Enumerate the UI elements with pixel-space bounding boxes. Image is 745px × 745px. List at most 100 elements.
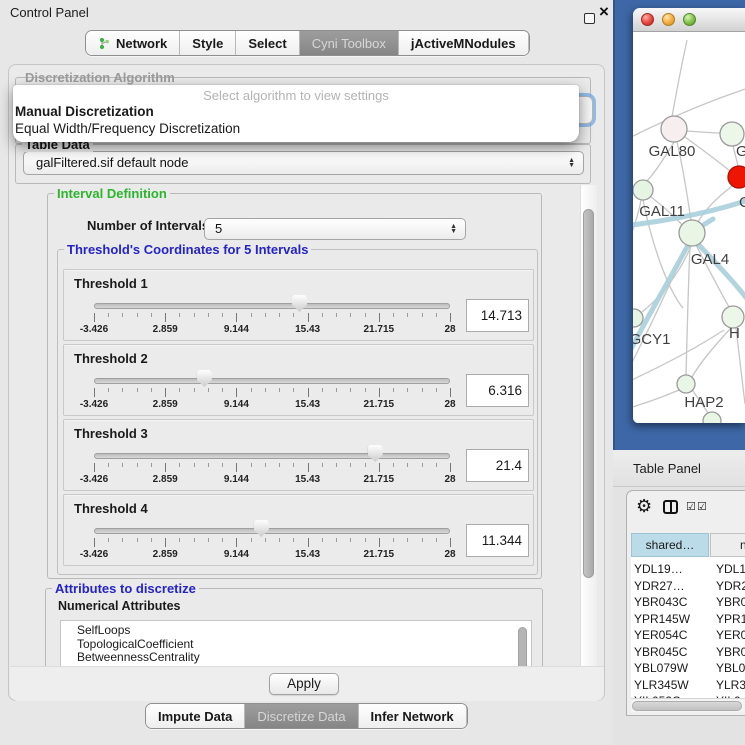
slider-tick xyxy=(94,313,95,322)
slider-tick xyxy=(122,463,123,467)
slider-tick-label: 21.715 xyxy=(364,324,395,335)
slider-tick xyxy=(422,388,423,392)
network-canvas[interactable]: GAL80GGAL11CGAL4GCY1HHAP2 xyxy=(633,31,745,423)
table-row[interactable]: YBL079W YBL0 xyxy=(631,660,745,677)
split-columns-icon[interactable] xyxy=(663,500,678,514)
table-row[interactable]: YBR043C YBR0 xyxy=(631,594,745,611)
slider-tick xyxy=(236,313,237,322)
attribute-list-item[interactable]: BetweennessCentrality xyxy=(61,651,531,665)
bottom-tab[interactable]: Discretize Data xyxy=(245,704,358,728)
network-node[interactable] xyxy=(633,180,653,200)
algorithm-dropdown-item[interactable]: Equal Width/Frequency Discretization xyxy=(15,121,240,137)
network-node[interactable] xyxy=(679,220,705,246)
attribute-list-item[interactable]: TopologicalCoefficient xyxy=(61,638,531,652)
interval-definition-group: Interval Definition Number of Intervals … xyxy=(47,193,542,579)
zoom-traffic-light-icon[interactable] xyxy=(683,13,696,26)
threshold-slider-thumb[interactable] xyxy=(368,445,383,462)
table-row[interactable]: YPR145W YPR1 xyxy=(631,611,745,628)
bottom-tab-bar: Impute Data Discretize Data Infer Networ… xyxy=(145,703,468,729)
slider-tick-label: 28 xyxy=(444,399,455,410)
number-of-intervals-label: Number of Intervals xyxy=(87,218,209,233)
slider-tick xyxy=(308,388,309,397)
table-header-shared[interactable]: shared… xyxy=(631,533,709,557)
table-cell-shared-name: YBL079W xyxy=(631,660,713,677)
slider-tick xyxy=(407,538,408,542)
bottom-tab[interactable]: Infer Network xyxy=(359,704,467,728)
threshold-value-field[interactable]: 21.4 xyxy=(466,449,529,482)
attributes-list-scrollbar[interactable] xyxy=(518,627,527,666)
float-window-icon[interactable] xyxy=(584,13,595,24)
table-cell-shared-name: YDR27… xyxy=(631,578,713,595)
network-node[interactable] xyxy=(728,166,745,188)
slider-tick xyxy=(308,538,309,547)
network-edge[interactable] xyxy=(686,246,690,375)
attribute-list-item[interactable]: SelfLoops xyxy=(61,624,531,638)
threshold-value-field[interactable]: 14.713 xyxy=(466,299,529,332)
network-edge[interactable] xyxy=(672,40,687,117)
slider-tick xyxy=(393,538,394,542)
slider-tick xyxy=(222,538,223,542)
threshold-slider-thumb[interactable] xyxy=(197,370,212,387)
slider-tick xyxy=(450,463,451,472)
close-traffic-light-icon[interactable] xyxy=(641,13,654,26)
threshold-slider-track[interactable] xyxy=(94,528,450,534)
network-edge[interactable] xyxy=(692,328,731,377)
top-tab[interactable]: Style xyxy=(180,31,236,55)
table-row[interactable]: YDL19… YDL1 xyxy=(631,561,745,578)
threshold-slider-track[interactable] xyxy=(94,378,450,384)
apply-button[interactable]: Apply xyxy=(269,673,339,695)
network-window-titlebar[interactable] xyxy=(633,8,745,32)
threshold-slider-thumb[interactable] xyxy=(292,295,307,312)
threshold-value-field[interactable]: 11.344 xyxy=(466,524,529,557)
slider-tick xyxy=(179,538,180,542)
threshold-slider-track[interactable] xyxy=(94,303,450,309)
slider-tick xyxy=(436,313,437,317)
slider-tick xyxy=(265,463,266,467)
slider-tick xyxy=(407,388,408,392)
checkbox-icon[interactable]: ☑ xyxy=(697,501,707,513)
top-tab[interactable]: Network xyxy=(86,31,180,55)
slider-tick xyxy=(236,388,237,397)
slider-tick xyxy=(293,538,294,542)
slider-tick xyxy=(236,538,237,547)
table-hscrollbar-track[interactable] xyxy=(631,698,745,712)
algorithm-dropdown-item[interactable]: Manual Discretization xyxy=(15,104,154,120)
table-row[interactable]: YDR27… YDR2 xyxy=(631,578,745,595)
table-cell-name: YDR2 xyxy=(713,578,745,595)
slider-tick-label: 9.144 xyxy=(224,474,249,485)
table-row[interactable]: YBR045C YBR0 xyxy=(631,644,745,661)
numerical-attributes-list[interactable]: SelfLoops TopologicalCoefficient Between… xyxy=(60,620,532,666)
slider-tick xyxy=(365,388,366,392)
top-tab[interactable]: Cyni Toolbox xyxy=(300,31,399,55)
table-row[interactable]: YER054C YER0 xyxy=(631,627,745,644)
checkbox-icon[interactable]: ☑ xyxy=(686,501,696,513)
close-icon[interactable]: × xyxy=(599,2,609,22)
slider-tick xyxy=(151,538,152,542)
network-node[interactable] xyxy=(677,375,695,393)
number-of-intervals-combo[interactable]: 5 ▲▼ xyxy=(204,218,466,240)
table-data-combo[interactable]: galFiltered.sif default node ▲▼ xyxy=(23,151,584,175)
table-row[interactable]: YLR345W YLR3 xyxy=(631,677,745,694)
table-panel: ⚙ ☑ ☑ shared… na YDL19… YDL1 YDR27… YDR2 xyxy=(626,490,745,716)
minimize-traffic-light-icon[interactable] xyxy=(662,13,675,26)
threshold-label: Threshold 3 xyxy=(74,426,148,441)
slider-tick xyxy=(151,463,152,467)
top-tab[interactable]: jActiveMNodules xyxy=(399,31,529,55)
viewport-scrollbar-thumb[interactable] xyxy=(583,209,594,578)
bottom-tab[interactable]: Impute Data xyxy=(146,704,245,728)
table-cell-shared-name: YPR145W xyxy=(631,611,713,628)
threshold-value-field[interactable]: 6.316 xyxy=(466,374,529,407)
network-edge[interactable] xyxy=(633,390,679,413)
slider-tick xyxy=(265,538,266,542)
slider-tick xyxy=(365,313,366,317)
table-panel-title: Table Panel xyxy=(633,461,701,476)
gear-icon[interactable]: ⚙ xyxy=(636,496,652,516)
table-header-name[interactable]: na xyxy=(710,533,745,557)
network-node[interactable] xyxy=(661,116,687,142)
top-tab[interactable]: Select xyxy=(236,31,299,55)
table-hscrollbar-thumb[interactable] xyxy=(632,701,742,711)
threshold-slider-track[interactable] xyxy=(94,453,450,459)
network-edge[interactable] xyxy=(687,131,721,133)
threshold-slider-thumb[interactable] xyxy=(254,520,269,537)
network-node[interactable] xyxy=(703,412,721,423)
